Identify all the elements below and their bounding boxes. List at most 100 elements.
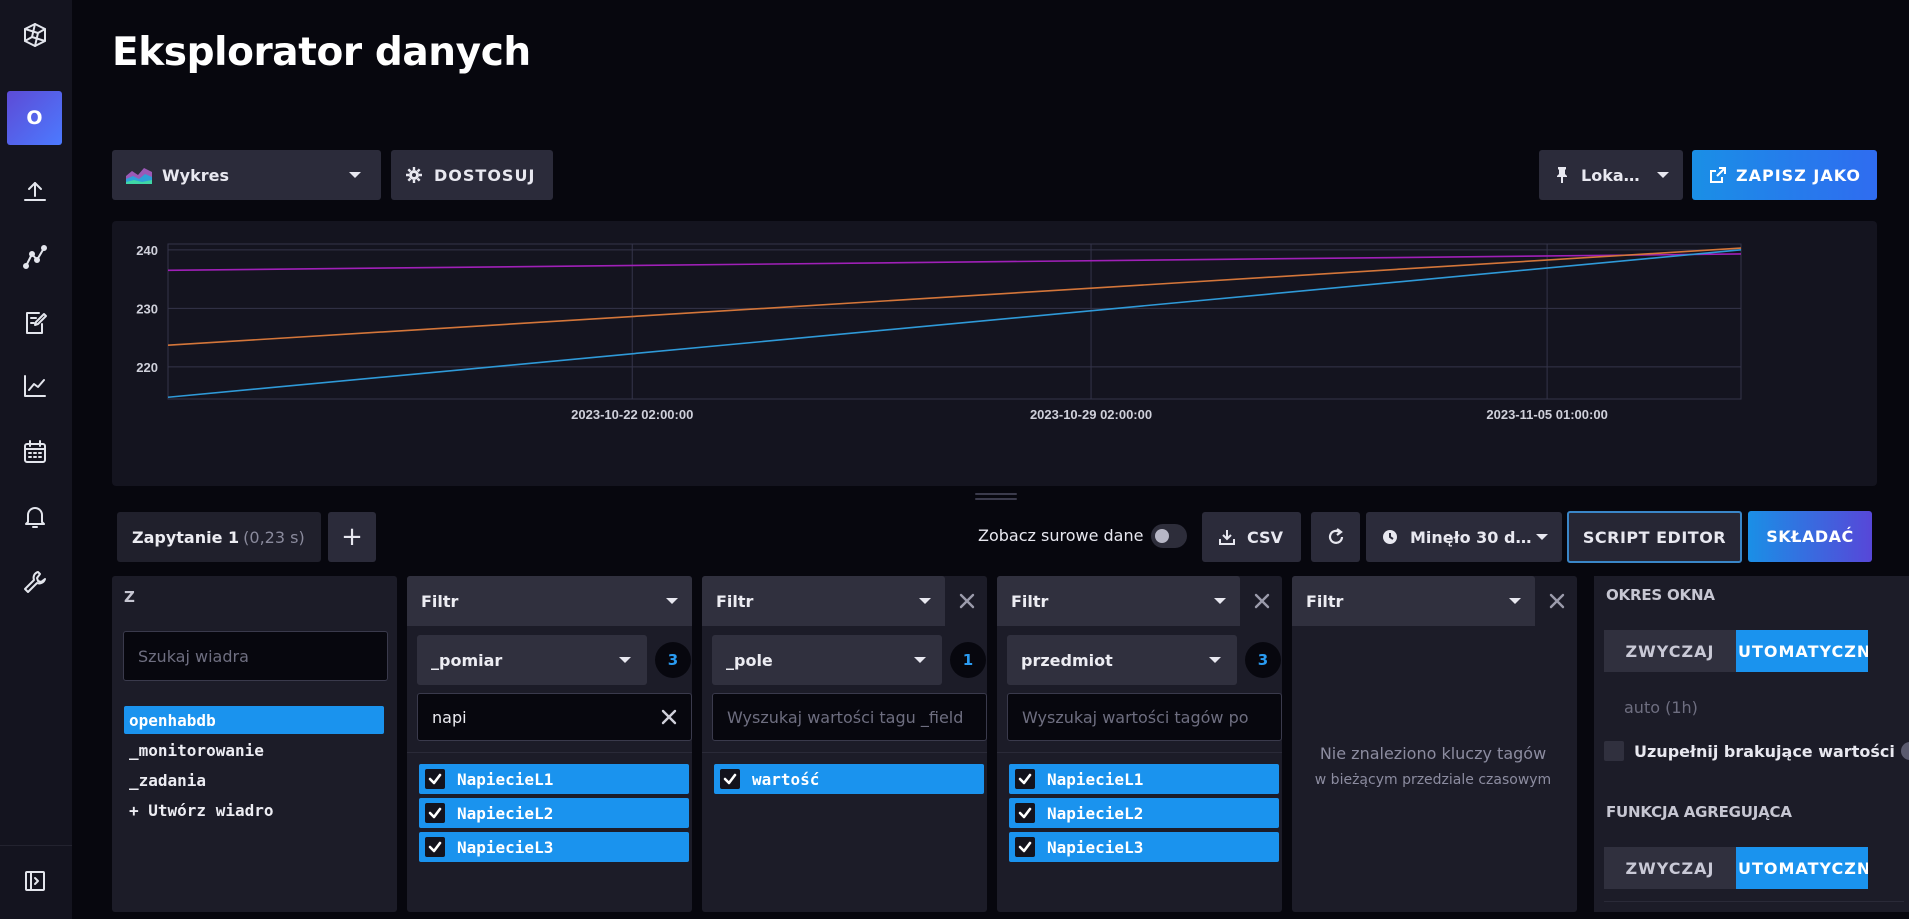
calendar-icon[interactable] xyxy=(18,435,52,469)
window-period-input[interactable]: auto (1h) xyxy=(1624,698,1698,717)
tag-value-checkbox[interactable]: NapiecieL3 xyxy=(1009,832,1279,862)
tag-value-search-input[interactable] xyxy=(727,707,977,727)
graph-type-icon xyxy=(126,168,152,184)
csv-button[interactable]: CSV xyxy=(1202,512,1301,562)
raw-data-toggle[interactable] xyxy=(1151,524,1187,548)
tag-value-checkbox[interactable]: NapiecieL1 xyxy=(419,764,689,794)
aggregate-auto-button[interactable]: UTOMATYCZN xyxy=(1736,847,1868,889)
bucket-item[interactable]: _monitorowanie xyxy=(124,736,384,764)
tag-value-checkbox[interactable]: NapiecieL1 xyxy=(1009,764,1279,794)
save-as-button[interactable]: ZAPISZ JAKO xyxy=(1692,150,1877,200)
checkmark-icon xyxy=(425,837,445,857)
tag-key-label: _pomiar xyxy=(431,650,503,670)
fill-missing-row[interactable]: Uzupełnij brakujące wartości xyxy=(1604,741,1909,761)
checkmark-icon xyxy=(1015,769,1035,789)
clear-icon[interactable] xyxy=(661,709,677,725)
expand-icon[interactable] xyxy=(18,864,52,898)
tag-value-checkbox[interactable]: NapiecieL2 xyxy=(419,798,689,828)
tag-key-label: przedmiot xyxy=(1021,650,1113,670)
filter-function-dropdown[interactable]: Filtr xyxy=(997,576,1240,626)
submit-button[interactable]: SKŁADAĆ xyxy=(1748,511,1872,562)
tag-value-label: wartość xyxy=(752,769,820,789)
sidebar-divider xyxy=(0,845,72,846)
bucket-search-input[interactable] xyxy=(138,646,358,666)
tag-value-search[interactable] xyxy=(1007,693,1282,741)
query-tab-label: Zapytanie 1 xyxy=(132,527,240,547)
close-icon[interactable] xyxy=(1252,591,1272,611)
tag-value-search-input[interactable] xyxy=(432,707,647,727)
refresh-button[interactable] xyxy=(1311,512,1360,562)
chevron-down-icon xyxy=(1657,172,1669,178)
viz-type-dropdown[interactable]: Wykres xyxy=(112,150,381,200)
download-icon xyxy=(1219,530,1235,545)
script-editor-label: SCRIPT EDITOR xyxy=(1582,527,1727,547)
window-auto-button[interactable]: UTOMATYCZN xyxy=(1736,630,1868,672)
timezone-label: Loka… xyxy=(1581,165,1640,185)
time-range-dropdown[interactable]: Minęło 30 d… xyxy=(1366,512,1562,562)
filter-card-item: Filtr przedmiot 3 NapiecieL1 NapiecieL2 … xyxy=(997,576,1282,912)
chevron-down-icon xyxy=(919,598,931,604)
tag-key-dropdown[interactable]: _pole xyxy=(712,635,942,685)
empty-state-title: Nie znaleziono kluczy tagów xyxy=(1319,744,1547,763)
tag-key-dropdown[interactable]: _pomiar xyxy=(417,635,647,685)
script-editor-button[interactable]: SCRIPT EDITOR xyxy=(1567,511,1742,563)
x-tick-label: 2023-10-29 02:00:00 xyxy=(1030,407,1152,422)
org-avatar-button[interactable]: O xyxy=(7,91,62,145)
chevron-down-icon xyxy=(1536,534,1548,540)
pin-icon xyxy=(1557,167,1567,183)
tag-value-checkbox[interactable]: NapiecieL2 xyxy=(1009,798,1279,828)
tag-key-label: _pole xyxy=(726,650,773,670)
bucket-item[interactable]: openhabdb xyxy=(124,706,384,734)
chevron-down-icon xyxy=(666,598,678,604)
logo-icon[interactable] xyxy=(18,18,52,52)
page-title: Eksplorator danych xyxy=(112,30,531,75)
graph-panel: 220 230 240 2023-10-22 02:00:00 2023-10-29 0… xyxy=(112,221,1877,486)
fill-missing-checkbox[interactable] xyxy=(1604,741,1624,761)
resize-handle[interactable] xyxy=(975,493,1017,501)
add-query-button[interactable]: + xyxy=(328,512,376,562)
fill-missing-label: Uzupełnij brakujące wartości xyxy=(1634,741,1895,761)
wrench-icon[interactable] xyxy=(18,565,52,599)
filter-function-dropdown[interactable]: Filtr xyxy=(702,576,945,626)
chart-icon[interactable] xyxy=(18,369,52,403)
tag-value-search[interactable] xyxy=(712,693,987,741)
checkmark-icon xyxy=(425,769,445,789)
customize-button[interactable]: DOSTOSUJ xyxy=(391,150,553,200)
filter-function-dropdown[interactable]: Filtr xyxy=(407,576,692,626)
tag-value-label: NapiecieL1 xyxy=(457,769,554,789)
selected-count-badge: 1 xyxy=(950,642,986,678)
bucket-search[interactable] xyxy=(123,631,388,681)
tag-key-dropdown[interactable]: przedmiot xyxy=(1007,635,1237,685)
series-line xyxy=(167,249,1742,399)
sidebar: O xyxy=(0,0,72,919)
window-custom-button[interactable]: ZWYCZAJ xyxy=(1604,630,1736,672)
filter-function-dropdown[interactable]: Filtr xyxy=(1292,576,1535,626)
chevron-down-icon xyxy=(619,657,631,663)
tag-value-checkbox[interactable]: NapiecieL3 xyxy=(419,832,689,862)
chevron-down-icon xyxy=(914,657,926,663)
submit-label: SKŁADAĆ xyxy=(1766,527,1854,546)
graph-icon[interactable] xyxy=(18,240,52,274)
bell-icon[interactable] xyxy=(18,500,52,534)
timezone-dropdown[interactable]: Loka… xyxy=(1539,150,1683,200)
notebook-icon[interactable] xyxy=(18,306,52,340)
selected-count-badge: 3 xyxy=(1245,642,1281,678)
bucket-item[interactable]: _zadania xyxy=(124,766,384,794)
upload-icon[interactable] xyxy=(18,175,52,209)
aggregate-custom-button[interactable]: ZWYCZAJ xyxy=(1604,847,1736,889)
x-tick-label: 2023-11-05 01:00:00 xyxy=(1486,407,1607,422)
query-tab[interactable]: Zapytanie 1 (0,23 s) xyxy=(117,512,321,562)
checkmark-icon xyxy=(1015,837,1035,857)
empty-state-subtitle: w bieżącym przedziale czasowym xyxy=(1314,772,1552,788)
close-icon[interactable] xyxy=(957,591,977,611)
tag-value-search[interactable] xyxy=(417,693,692,741)
chevron-down-icon xyxy=(1209,657,1221,663)
create-bucket-link[interactable]: + Utwórz wiadro xyxy=(124,796,384,824)
checkmark-icon xyxy=(425,803,445,823)
help-icon[interactable] xyxy=(1900,742,1909,760)
close-icon[interactable] xyxy=(1547,591,1567,611)
divider xyxy=(407,752,692,753)
tag-value-checkbox[interactable]: wartość xyxy=(714,764,984,794)
tag-value-label: NapiecieL3 xyxy=(1047,837,1144,857)
tag-value-search-input[interactable] xyxy=(1022,707,1272,727)
